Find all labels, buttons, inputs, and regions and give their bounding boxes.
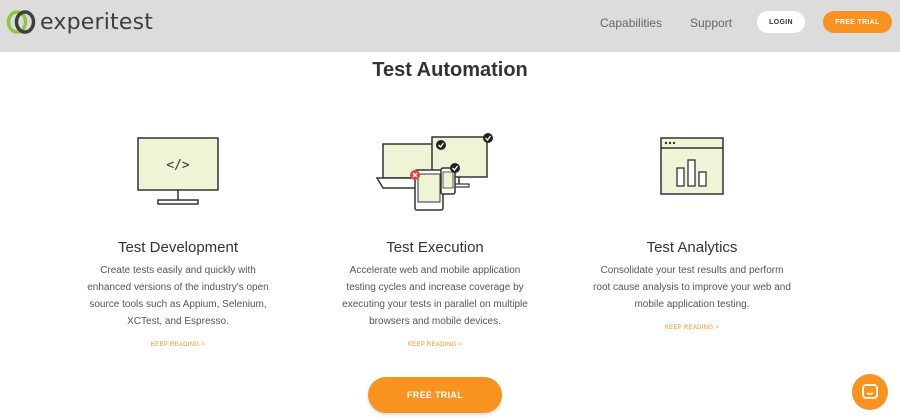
feature-description: Create tests easily and quickly with enh… — [87, 265, 269, 327]
feature-test-analytics: Test Analytics Consolidate your test res… — [572, 130, 812, 331]
login-button[interactable]: LOGIN — [757, 11, 805, 33]
feature-test-execution: Test Execution Accelerate web and mobile… — [315, 130, 555, 348]
logo-text: experitest — [40, 9, 154, 35]
feature-test-development: </> Test Development Create tests easily… — [58, 130, 298, 348]
feature-description: Consolidate your test results and perfor… — [593, 265, 791, 310]
keep-reading-link[interactable]: KEEP READING > — [58, 342, 298, 348]
chat-icon — [862, 384, 878, 399]
logo[interactable]: experitest — [6, 8, 153, 36]
icon-container — [315, 130, 555, 211]
feature-title: Test Development — [117, 239, 239, 256]
chat-launcher-button[interactable] — [852, 374, 888, 410]
keep-reading-link[interactable]: KEEP READING > — [315, 342, 555, 348]
free-trial-header-button[interactable]: FREE TRIAL — [823, 11, 892, 33]
icon-container: </> — [58, 130, 298, 210]
code-monitor-icon: </> — [137, 137, 219, 205]
feature-title: Test Analytics — [646, 239, 738, 256]
page-title: Test Automation — [372, 59, 528, 81]
analytics-window-icon — [660, 137, 724, 195]
icon-container — [572, 130, 812, 210]
top-navbar: experitest Capabilities Support LOGIN FR… — [0, 0, 900, 52]
keep-reading-link[interactable]: KEEP READING > — [572, 325, 812, 331]
svg-text:</>: </> — [166, 158, 190, 173]
nav-support[interactable]: Support — [690, 16, 732, 30]
feature-title: Test Execution — [386, 239, 484, 256]
nav-capabilities[interactable]: Capabilities — [600, 16, 662, 30]
devices-icon — [375, 133, 493, 211]
experitest-logo-icon — [6, 10, 36, 34]
free-trial-button[interactable]: FREE TRIAL — [368, 377, 502, 413]
feature-description: Accelerate web and mobile application te… — [342, 265, 528, 327]
